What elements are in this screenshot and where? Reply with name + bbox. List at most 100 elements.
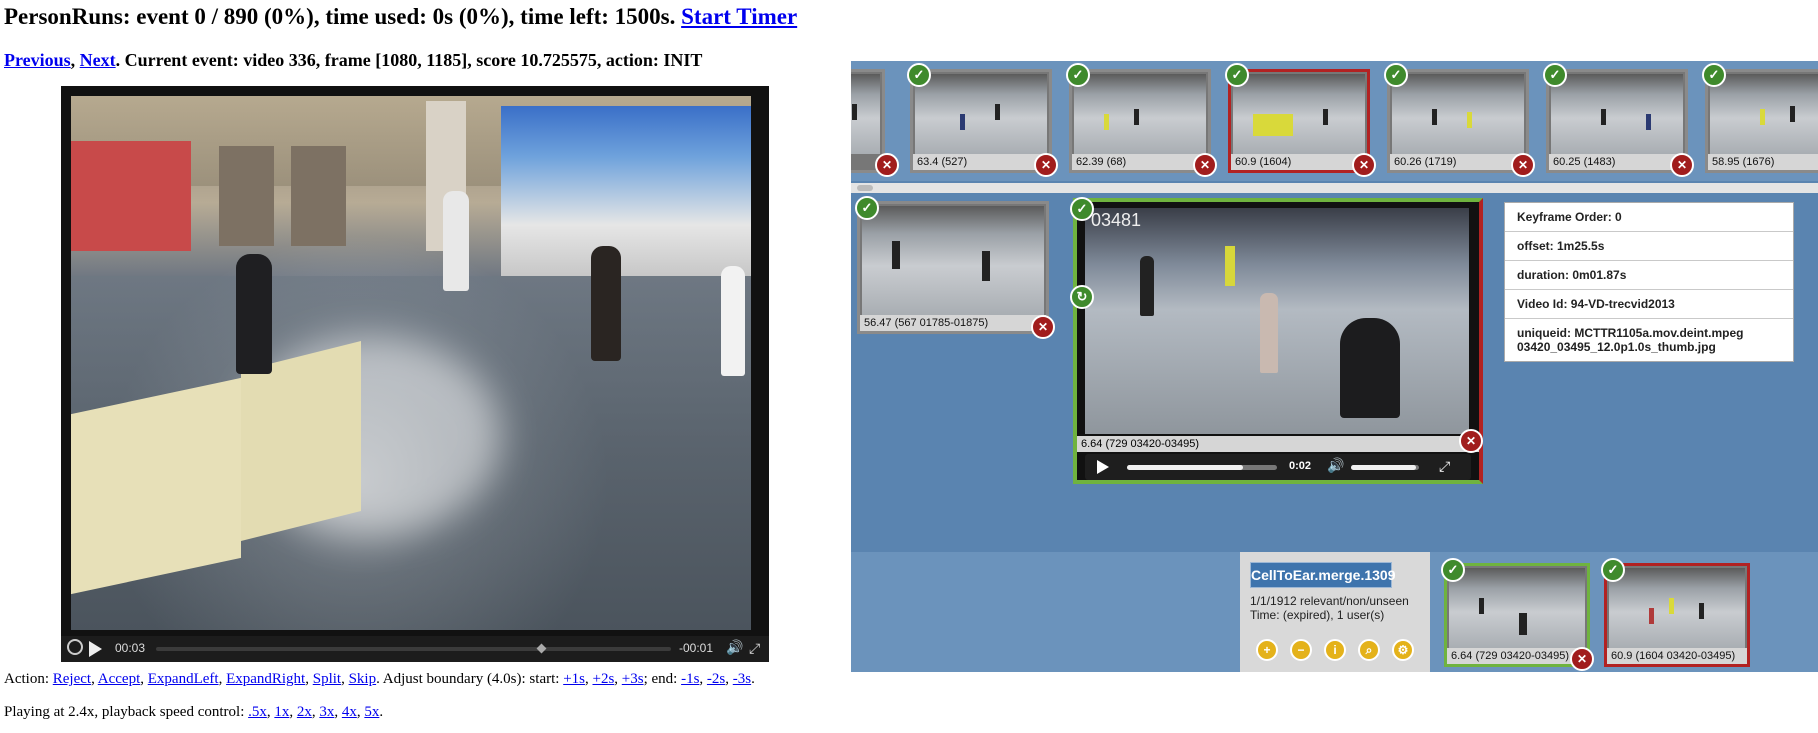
skip-link[interactable]: Skip xyxy=(349,671,377,687)
end-minus-2s-link[interactable]: -2s xyxy=(707,671,725,687)
remove-icon[interactable]: ✕ xyxy=(1352,153,1376,177)
previous-link[interactable]: Previous xyxy=(4,50,71,70)
accept-check-icon[interactable]: ✓ xyxy=(1225,63,1249,87)
strip-scrollbar[interactable] xyxy=(851,183,1818,193)
volume-icon[interactable]: 🔊 xyxy=(1327,457,1344,474)
remove-icon[interactable]: ✕ xyxy=(1031,315,1055,339)
keyframe-caption: 62.39 (68) xyxy=(1072,154,1208,170)
volume-slider[interactable] xyxy=(1351,465,1419,470)
start-plus-1s-link[interactable]: +1s xyxy=(563,671,585,687)
speed-line-end: . xyxy=(379,704,384,720)
remove-icon[interactable]: ✕ xyxy=(1511,153,1535,177)
strip-scrollbar-thumb[interactable] xyxy=(857,185,873,191)
end-minus-3s-link[interactable]: -3s xyxy=(733,671,751,687)
reject-link[interactable]: Reject xyxy=(53,671,91,687)
replay-icon[interactable] xyxy=(67,639,83,655)
current-event-text: . Current event: video 336, frame [1080,… xyxy=(115,50,703,70)
action-line: Action: Reject, Accept, ExpandLeft, Expa… xyxy=(4,671,755,687)
keyframe-thumb[interactable]: 56.47 (567 01785-01875) xyxy=(857,201,1049,334)
keyframe-thumb[interactable]: 63.4 (527) xyxy=(910,69,1052,173)
cluster-card: CellToEar.merge.1309 1/1/1912 relevant/n… xyxy=(1240,552,1430,672)
remove-minus-icon[interactable]: − xyxy=(1290,639,1312,661)
info-icon[interactable]: i xyxy=(1324,639,1346,661)
expand-right-link[interactable]: ExpandRight xyxy=(226,671,305,687)
nav-separator: , xyxy=(70,50,76,70)
play-icon[interactable] xyxy=(89,641,102,657)
scene-person xyxy=(1340,318,1400,418)
accept-check-icon[interactable]: ✓ xyxy=(1441,558,1465,582)
keyframe-image xyxy=(1609,568,1745,648)
accept-link[interactable]: Accept xyxy=(98,671,140,687)
remove-icon[interactable]: ✕ xyxy=(1459,429,1483,453)
gear-icon[interactable]: ⚙ xyxy=(1392,639,1414,661)
remove-icon[interactable]: ✕ xyxy=(875,153,899,177)
cluster-keyframe-thumb[interactable]: 6.64 (729 03420-03495) xyxy=(1444,563,1590,667)
speed-1x-link[interactable]: 1x xyxy=(274,704,289,720)
speed-0-5x-link[interactable]: .5x xyxy=(248,704,267,720)
keyframe-thumb[interactable]: 58.95 (1676) xyxy=(1705,69,1818,173)
event-navigation: Previous, Next. Current event: video 336… xyxy=(4,50,702,71)
start-timer-link[interactable]: Start Timer xyxy=(681,4,797,29)
keyframe-video[interactable]: 03481 xyxy=(1085,208,1469,434)
split-link[interactable]: Split xyxy=(313,671,341,687)
seek-knob[interactable] xyxy=(536,643,547,654)
video-controls: 00:03 -00:01 🔊 ⤢ xyxy=(61,636,769,662)
remove-icon[interactable]: ✕ xyxy=(1034,153,1058,177)
cluster-keyframe-thumb[interactable]: 60.9 (1604 03420-03495) xyxy=(1604,563,1750,667)
next-link[interactable]: Next xyxy=(80,50,116,70)
add-icon[interactable]: + xyxy=(1256,639,1278,661)
remove-icon[interactable]: ✕ xyxy=(1670,153,1694,177)
fullscreen-icon[interactable]: ⤢ xyxy=(1439,458,1450,475)
task-status-text: PersonRuns: event 0 / 890 (0%), time use… xyxy=(4,4,676,29)
start-plus-3s-link[interactable]: +3s xyxy=(622,671,644,687)
expand-left-link[interactable]: ExpandLeft xyxy=(148,671,219,687)
keyframe-thumb[interactable]: 60.25 (1483) xyxy=(1546,69,1688,173)
volume-icon[interactable]: 🔊 xyxy=(726,639,743,656)
keyframe-caption: 58.95 (1676) xyxy=(1708,154,1818,170)
keyframe-thumb[interactable]: 60.9 (1604) xyxy=(1228,69,1370,173)
search-icon[interactable]: ⌕ xyxy=(1358,639,1380,661)
adjust-boundary-text: . Adjust boundary (4.0s): start: xyxy=(376,671,560,687)
accept-check-icon[interactable]: ✓ xyxy=(1543,63,1567,87)
speed-2x-link[interactable]: 2x xyxy=(297,704,312,720)
keyframe-caption: 60.26 (1719) xyxy=(1390,154,1526,170)
accept-check-icon[interactable]: ✓ xyxy=(1384,63,1408,87)
keyframe-image xyxy=(851,74,880,154)
keyframe-strip[interactable]: ✕ 63.4 (527) ✓ ✕ 62.39 (68) ✓ ✕ 60.9 (16… xyxy=(851,61,1818,181)
keyframe-caption: 60.9 (1604) xyxy=(1231,154,1367,170)
remove-icon[interactable]: ✕ xyxy=(1193,153,1217,177)
play-icon[interactable] xyxy=(1097,460,1109,474)
seek-bar[interactable] xyxy=(156,647,671,651)
action-line-end: . xyxy=(751,671,755,687)
keyframe-video-controls: 0:02 🔊 ⤢ xyxy=(1085,454,1471,480)
keyframe-image xyxy=(1392,74,1524,154)
keyframe-image xyxy=(1074,74,1206,154)
keyframe-image xyxy=(915,74,1047,154)
frame-number-overlay: 03481 xyxy=(1091,210,1142,230)
accept-check-icon[interactable]: ✓ xyxy=(1066,63,1090,87)
end-minus-1s-link[interactable]: -1s xyxy=(681,671,699,687)
accept-check-icon[interactable]: ✓ xyxy=(1702,63,1726,87)
rotate-icon[interactable]: ↻ xyxy=(1070,285,1094,309)
remove-icon[interactable]: ✕ xyxy=(1570,647,1594,671)
keyframe-thumb[interactable]: 62.39 (68) xyxy=(1069,69,1211,173)
accept-check-icon[interactable]: ✓ xyxy=(1601,558,1625,582)
video-player[interactable]: 00:03 -00:01 🔊 ⤢ xyxy=(61,86,769,662)
keyframe-image xyxy=(1710,74,1818,154)
scene-left-shop xyxy=(71,141,191,251)
keyframe-seek-bar[interactable] xyxy=(1127,465,1277,470)
selected-keyframe-player[interactable]: 03481 6.64 (729 03420-03495) 0:02 🔊 ⤢ xyxy=(1073,198,1483,484)
scene-barrier-panel-left xyxy=(71,377,241,595)
speed-5x-link[interactable]: 5x xyxy=(364,704,379,720)
video-frame[interactable] xyxy=(71,96,751,630)
keyframe-duration: duration: 0m01.87s xyxy=(1505,261,1793,290)
accept-check-icon[interactable]: ✓ xyxy=(907,63,931,87)
speed-4x-link[interactable]: 4x xyxy=(342,704,357,720)
accept-check-icon[interactable]: ✓ xyxy=(855,196,879,220)
cluster-title[interactable]: CellToEar.merge.1309 xyxy=(1250,562,1395,588)
fullscreen-icon[interactable]: ⤢ xyxy=(749,640,760,657)
speed-3x-link[interactable]: 3x xyxy=(319,704,334,720)
accept-check-icon[interactable]: ✓ xyxy=(1070,197,1094,221)
start-plus-2s-link[interactable]: +2s xyxy=(592,671,614,687)
keyframe-thumb[interactable]: 60.26 (1719) xyxy=(1387,69,1529,173)
